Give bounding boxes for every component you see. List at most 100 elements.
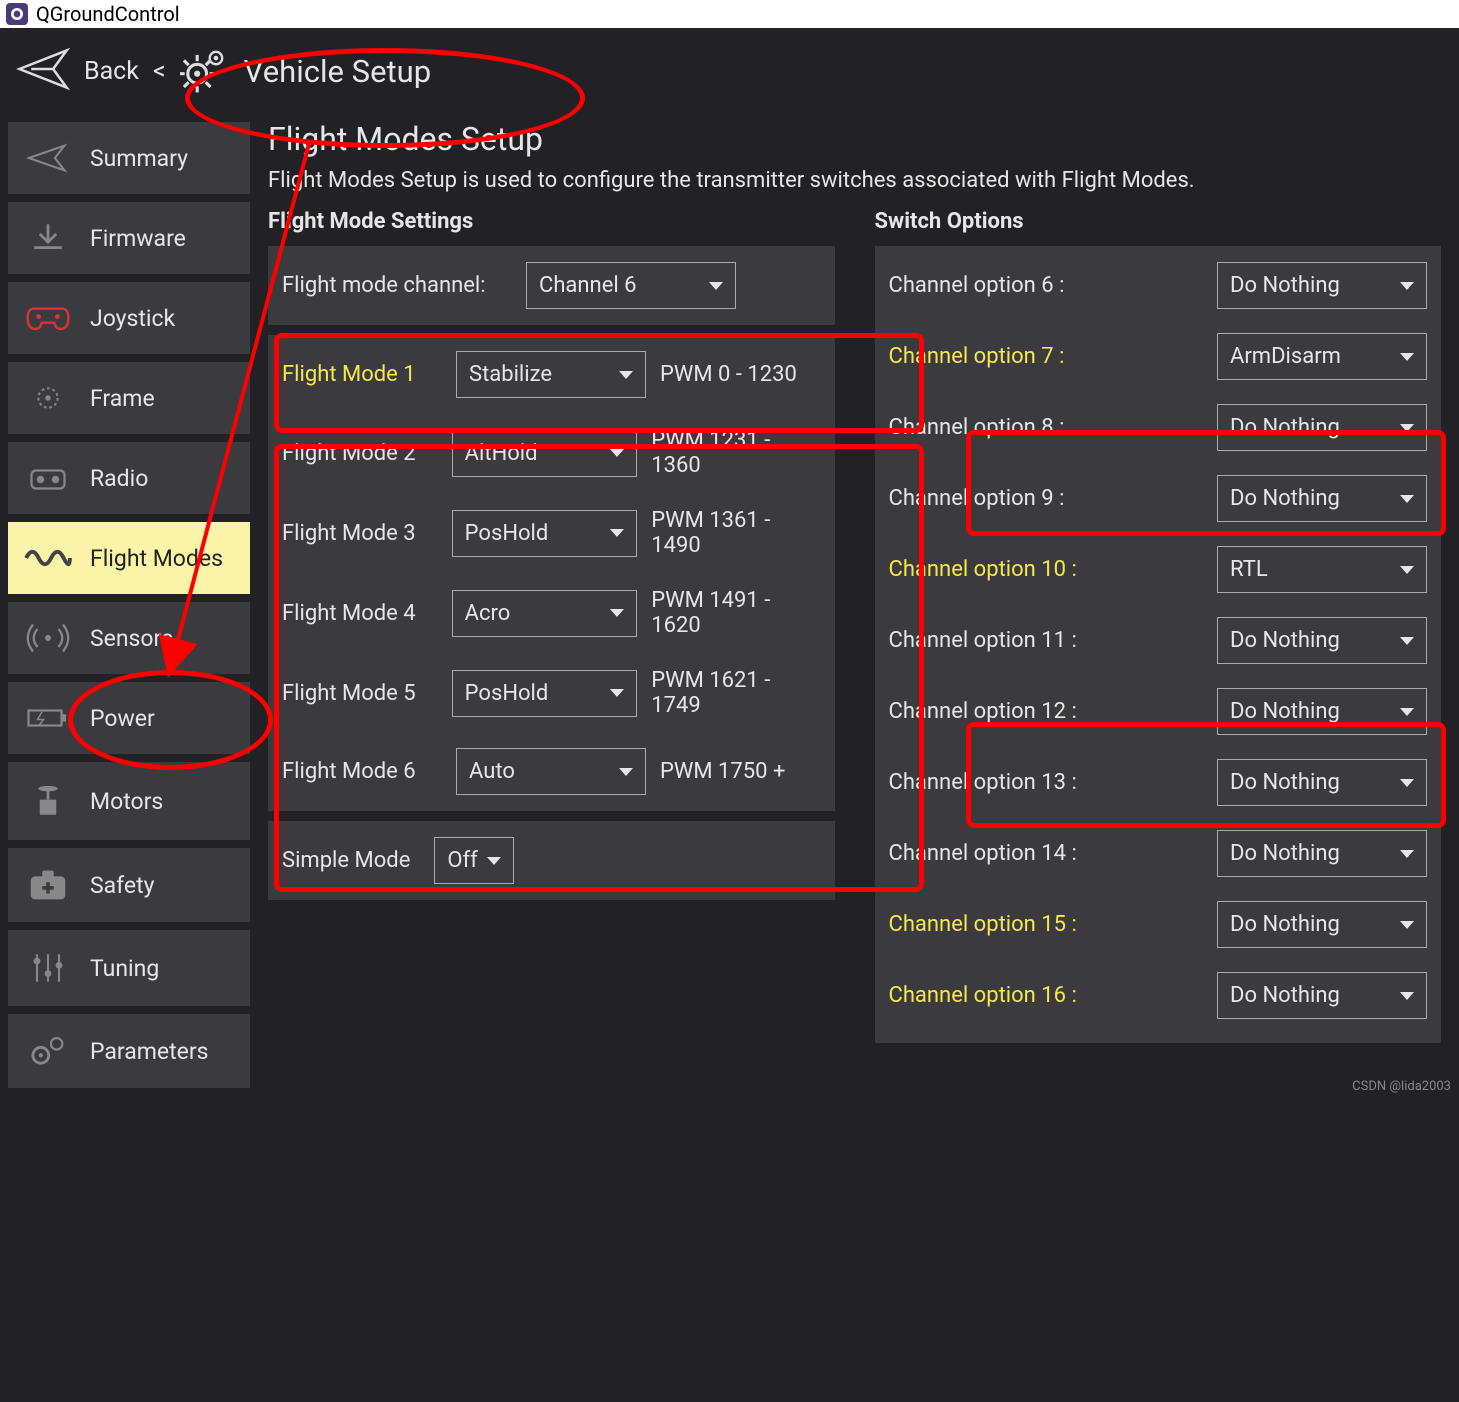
switch-option-label: Channel option 12 :: [889, 699, 1109, 724]
switch-option-label: Channel option 15 :: [889, 912, 1109, 937]
channel-panel: Flight mode channel: Channel 6: [268, 246, 835, 325]
app-window: QGroundControl Back < Vehicle Setup Summ…: [0, 0, 1459, 1096]
sensors-icon: [20, 620, 76, 656]
switch-option-row: Channel option 16 :Do Nothing: [889, 972, 1428, 1019]
switch-option-row: Channel option 6 :Do Nothing: [889, 262, 1428, 309]
sidebar-item-motors[interactable]: Motors: [8, 762, 250, 840]
switch-option-dropdown[interactable]: Do Nothing: [1217, 475, 1427, 522]
gears-icon: [180, 44, 230, 98]
switch-option-dropdown[interactable]: RTL: [1217, 546, 1427, 593]
sidebar-item-sensors[interactable]: Sensors: [8, 602, 250, 674]
switch-option-row: Channel option 7 : ArmDisarm: [889, 333, 1428, 380]
switch-option-dropdown[interactable]: Do Nothing: [1217, 262, 1427, 309]
sidebar-item-tuning[interactable]: Tuning: [8, 930, 250, 1006]
dropdown-value: AltHold: [465, 441, 538, 466]
window-titlebar: QGroundControl: [0, 0, 1459, 28]
switch-option-dropdown[interactable]: ArmDisarm: [1217, 333, 1427, 380]
sidebar-item-label: Parameters: [90, 1038, 209, 1065]
chevron-down-icon: [619, 768, 633, 776]
chevron-down-icon: [610, 529, 624, 537]
chevron-down-icon: [619, 371, 633, 379]
top-toolbar: Back < Vehicle Setup: [0, 28, 1459, 114]
switch-option-dropdown[interactable]: Do Nothing: [1217, 688, 1427, 735]
flight-mode-row: Flight Mode 3PosHoldPWM 1361 - 1490: [282, 508, 821, 558]
chevron-down-icon: [1400, 424, 1414, 432]
switch-panel: Channel option 6 :Do Nothing Channel opti…: [875, 246, 1442, 1043]
pwm-range: PWM 1231 - 1360: [651, 428, 820, 478]
switch-option-dropdown[interactable]: Do Nothing: [1217, 617, 1427, 664]
switch-option-dropdown[interactable]: Do Nothing: [1217, 404, 1427, 451]
switch-option-dropdown[interactable]: Do Nothing: [1217, 759, 1427, 806]
dropdown-value: Do Nothing: [1230, 486, 1340, 511]
page-title: Flight Modes Setup: [268, 120, 1441, 158]
sidebar-item-label: Firmware: [90, 225, 186, 252]
simple-mode-label: Simple Mode: [282, 848, 410, 873]
switch-option-row: Channel option 15 : Do Nothing: [889, 901, 1428, 948]
dropdown-value: ArmDisarm: [1230, 344, 1341, 369]
back-chevron-icon: <: [153, 57, 166, 86]
flight-mode-row: Flight Mode 5PosHoldPWM 1621 - 1749: [282, 668, 821, 718]
back-button[interactable]: Back: [84, 57, 139, 86]
pwm-range: PWM 1361 - 1490: [651, 508, 820, 558]
chevron-down-icon: [1400, 921, 1414, 929]
chevron-down-icon: [1400, 637, 1414, 645]
sidebar-item-label: Joystick: [90, 305, 175, 332]
flightmodes-icon: [20, 540, 76, 576]
dropdown-value: PosHold: [465, 681, 549, 706]
dropdown-value: Do Nothing: [1230, 770, 1340, 795]
switch-option-dropdown[interactable]: Do Nothing: [1217, 830, 1427, 877]
dropdown-value: Channel 6: [539, 273, 637, 298]
flight-mode-dropdown[interactable]: Acro: [452, 590, 638, 637]
flight-mode-label: Flight Mode 4: [282, 601, 438, 626]
settings-heading: Flight Mode Settings: [268, 209, 835, 234]
modes-panel: Flight Mode 1StabilizePWM 0 - 1230 Flight…: [268, 335, 835, 811]
flight-mode-channel-dropdown[interactable]: Channel 6: [526, 262, 736, 309]
sidebar-item-label: Motors: [90, 788, 163, 815]
flight-mode-dropdown[interactable]: PosHold: [452, 670, 638, 717]
chevron-down-icon: [1400, 779, 1414, 787]
flight-mode-row: Flight Mode 1StabilizePWM 0 - 1230: [282, 351, 821, 398]
sidebar-item-joystick[interactable]: Joystick: [8, 282, 250, 354]
gamepad-icon: [20, 300, 76, 336]
switch-options-heading: Switch Options: [875, 209, 1442, 234]
sidebar-item-summary[interactable]: Summary: [8, 122, 250, 194]
flight-mode-dropdown[interactable]: Auto: [456, 748, 646, 795]
chevron-down-icon: [1400, 566, 1414, 574]
simple-mode-dropdown[interactable]: Off: [434, 837, 514, 884]
simple-mode-panel: Simple Mode Off: [268, 821, 835, 900]
chevron-down-icon: [1400, 992, 1414, 1000]
switch-option-dropdown[interactable]: Do Nothing: [1217, 901, 1427, 948]
sidebar-item-label: Summary: [90, 145, 188, 172]
switch-option-label: Channel option 8 :: [889, 415, 1109, 440]
chevron-down-icon: [1400, 353, 1414, 361]
page-description: Flight Modes Setup is used to configure …: [268, 168, 1441, 193]
flight-mode-dropdown[interactable]: Stabilize: [456, 351, 646, 398]
dropdown-value: Acro: [465, 601, 511, 626]
chevron-down-icon: [1400, 708, 1414, 716]
sidebar-item-flight-modes[interactable]: Flight Modes: [8, 522, 250, 594]
dropdown-value: Off: [447, 848, 477, 873]
sidebar-item-radio[interactable]: Radio: [8, 442, 250, 514]
sidebar-item-label: Frame: [90, 385, 155, 412]
sidebar-item-frame[interactable]: Frame: [8, 362, 250, 434]
sidebar-item-parameters[interactable]: Parameters: [8, 1014, 250, 1088]
frame-icon: [20, 380, 76, 416]
sidebar-item-label: Flight Modes: [90, 545, 223, 572]
chevron-down-icon: [1400, 850, 1414, 858]
sidebar-item-label: Tuning: [90, 955, 159, 982]
switch-option-label: Channel option 7 :: [889, 344, 1109, 369]
page-breadcrumb-title: Vehicle Setup: [244, 53, 432, 90]
switch-option-label: Channel option 11 :: [889, 628, 1109, 653]
switch-option-row: Channel option 14 :Do Nothing: [889, 830, 1428, 877]
flight-mode-dropdown[interactable]: PosHold: [452, 510, 638, 557]
chevron-down-icon: [610, 689, 624, 697]
switch-option-label: Channel option 10 :: [889, 557, 1109, 582]
plane-icon[interactable]: [16, 42, 70, 100]
flight-mode-dropdown[interactable]: AltHold: [452, 430, 638, 477]
switch-option-dropdown[interactable]: Do Nothing: [1217, 972, 1427, 1019]
pwm-range: PWM 1750 +: [660, 759, 785, 784]
sidebar-item-firmware[interactable]: Firmware: [8, 202, 250, 274]
switch-option-row: Channel option 12 : Do Nothing: [889, 688, 1428, 735]
sidebar-item-power[interactable]: Power: [8, 682, 250, 754]
sidebar-item-safety[interactable]: Safety: [8, 848, 250, 922]
